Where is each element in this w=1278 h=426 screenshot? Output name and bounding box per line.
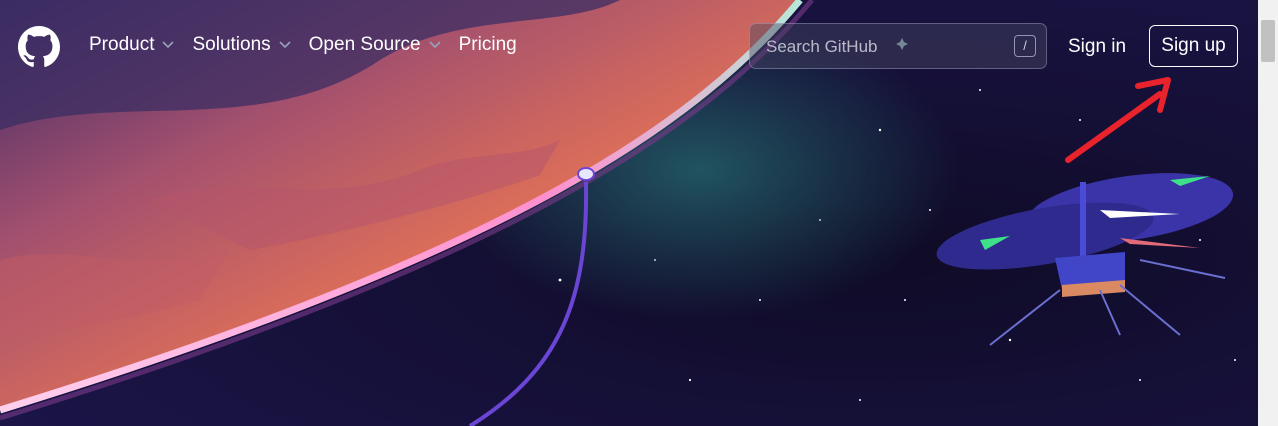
nav-pricing[interactable]: Pricing <box>459 34 517 56</box>
nav-product[interactable]: Product <box>89 34 175 56</box>
main-menu: Product Solutions Open Source Pricing <box>89 34 535 56</box>
nav-open-source[interactable]: Open Source <box>309 34 441 56</box>
github-logo-icon[interactable] <box>18 26 60 68</box>
chevron-down-icon <box>162 41 175 49</box>
nav-pricing-label: Pricing <box>458 34 517 55</box>
sign-in-link[interactable]: Sign in <box>1068 36 1126 58</box>
chevron-down-icon <box>279 41 291 49</box>
chevron-down-icon <box>429 41 441 49</box>
scrollbar-thumb[interactable] <box>1261 20 1275 62</box>
search-shortcut-key: / <box>1014 35 1036 57</box>
sign-up-button[interactable]: Sign up <box>1149 25 1238 67</box>
vertical-scrollbar[interactable] <box>1258 0 1278 426</box>
nav-product-label: Product <box>89 34 155 55</box>
hero-banner: Product Solutions Open Source Pricing / … <box>0 0 1258 426</box>
nav-solutions[interactable]: Solutions <box>192 34 291 56</box>
nav-open-source-label: Open Source <box>308 34 421 55</box>
red-arrow-icon <box>1065 77 1171 163</box>
search-box[interactable]: / <box>749 23 1047 70</box>
search-input[interactable] <box>764 24 1008 70</box>
nav-solutions-label: Solutions <box>192 34 271 55</box>
